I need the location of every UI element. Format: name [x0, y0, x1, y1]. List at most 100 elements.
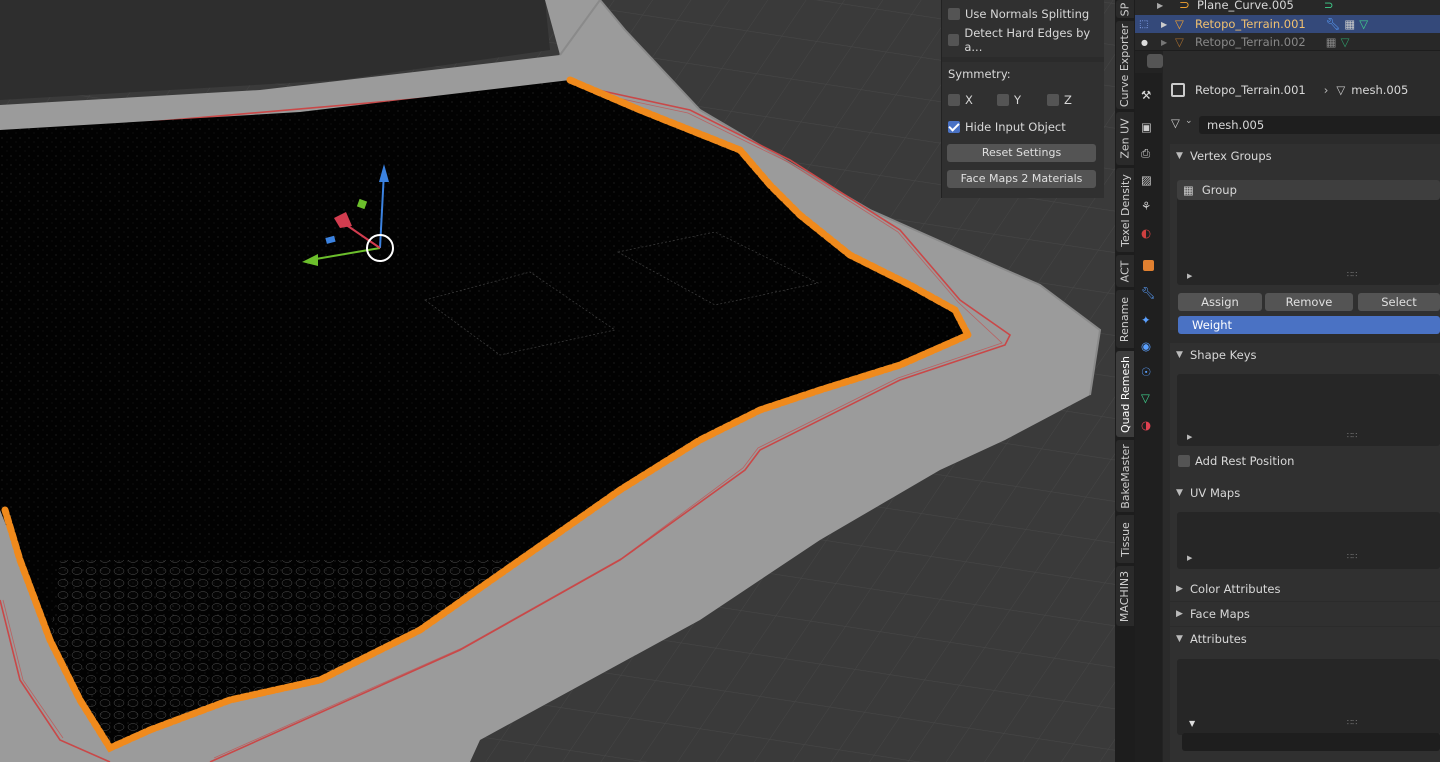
- mesh-data-icon[interactable]: ▽: [1171, 116, 1180, 130]
- mesh-datablock-selector[interactable]: ▽ ⌄ mesh.005: [1171, 115, 1440, 135]
- properties-content: Retopo_Terrain.001 › ▽ mesh.005 ▽ ⌄ mesh…: [1163, 51, 1440, 762]
- select-button[interactable]: Select: [1358, 293, 1440, 311]
- object-icon[interactable]: [1143, 260, 1154, 271]
- chevron-down-icon[interactable]: ⌄: [1185, 116, 1193, 126]
- output-icon[interactable]: ⎙: [1141, 146, 1156, 161]
- list-item-label: Group: [1201, 183, 1237, 197]
- tab-curve-exporter[interactable]: Curve Exporter: [1116, 21, 1134, 109]
- vertex-groups-list[interactable]: ▦ Group ▶ ∷∷: [1177, 180, 1440, 285]
- assign-button[interactable]: Assign: [1178, 293, 1262, 311]
- hide-input-object-checkbox[interactable]: [948, 121, 960, 133]
- symmetry-x-checkbox[interactable]: [948, 94, 960, 106]
- detect-hard-edges-row[interactable]: Detect Hard Edges by a...: [948, 26, 1104, 54]
- use-normals-splitting-row[interactable]: Use Normals Splitting: [948, 5, 1089, 23]
- tab-rename[interactable]: Rename: [1116, 290, 1134, 348]
- tab-texel-density[interactable]: Texel Density: [1116, 168, 1134, 252]
- resize-handle-icon[interactable]: ∷∷: [1347, 270, 1357, 279]
- physics-icon[interactable]: ◉: [1141, 339, 1156, 354]
- add-rest-position-row[interactable]: Add Rest Position: [1178, 454, 1294, 468]
- curve-icon: ⊃: [1179, 0, 1190, 13]
- uv-maps-header[interactable]: ▼ UV Maps: [1170, 481, 1440, 505]
- face-maps-2-materials-button[interactable]: Face Maps 2 Materials: [947, 170, 1096, 188]
- remove-button[interactable]: Remove: [1265, 293, 1353, 311]
- chevron-down-icon: ▼: [1176, 350, 1183, 360]
- symmetry-y-label: Y: [1014, 93, 1022, 107]
- mesh-name-field[interactable]: mesh.005: [1199, 116, 1440, 134]
- symmetry-z-row[interactable]: Z: [1047, 91, 1072, 109]
- mesh-data-icon[interactable]: ▽: [1141, 391, 1156, 406]
- detect-hard-edges-checkbox[interactable]: [948, 34, 960, 46]
- expand-arrow-icon[interactable]: ▶: [1187, 433, 1192, 441]
- 3d-viewport[interactable]: Use Normals Splitting Detect Hard Edges …: [0, 0, 1115, 762]
- mesh-data-icon[interactable]: ▽: [1341, 35, 1350, 49]
- tab-machin3[interactable]: MACHIN3: [1116, 566, 1134, 626]
- tab-act[interactable]: ACT: [1116, 255, 1134, 287]
- hide-input-object-label: Hide Input Object: [965, 120, 1066, 134]
- add-rest-position-checkbox[interactable]: [1178, 455, 1190, 467]
- chevron-down-icon[interactable]: ▼: [1189, 719, 1195, 728]
- list-item[interactable]: ▦ Group: [1177, 180, 1440, 200]
- attribute-field[interactable]: [1182, 733, 1440, 751]
- expand-arrow-icon[interactable]: ▶: [1187, 554, 1192, 562]
- outliner-item[interactable]: ▶ ⊃ Plane_Curve.005 ⊃: [1135, 0, 1440, 14]
- tab-zen-uv[interactable]: Zen UV: [1116, 112, 1134, 165]
- shape-keys-header[interactable]: ▼ Shape Keys: [1170, 343, 1440, 367]
- vertex-groups-header[interactable]: ▼ Vertex Groups: [1170, 144, 1440, 168]
- chevron-right-icon: ▶: [1176, 584, 1183, 594]
- face-maps-header[interactable]: ▶ Face Maps: [1170, 602, 1440, 626]
- vertex-groups-icon[interactable]: ▦: [1344, 17, 1355, 31]
- curve-data-icon: ⊃: [1323, 0, 1334, 12]
- use-normals-splitting-label: Use Normals Splitting: [965, 7, 1090, 21]
- scene-icon[interactable]: ⚘: [1141, 199, 1156, 214]
- tab-tissue[interactable]: Tissue: [1116, 515, 1134, 563]
- tab-sp[interactable]: SP: [1116, 0, 1134, 18]
- uv-maps-title: UV Maps: [1190, 486, 1241, 500]
- render-icon[interactable]: ▣: [1141, 120, 1156, 135]
- hide-input-object-row[interactable]: Hide Input Object: [948, 118, 1066, 136]
- weight-slider[interactable]: Weight: [1178, 316, 1440, 334]
- editor-type-icon[interactable]: [1147, 54, 1163, 68]
- symmetry-heading: Symmetry:: [948, 65, 1011, 83]
- tool-icon[interactable]: ⚒: [1141, 88, 1156, 103]
- attributes-list[interactable]: ▼ ∷∷: [1177, 659, 1440, 735]
- constraints-icon[interactable]: ☉: [1141, 365, 1156, 380]
- mesh-object-icon: ▽: [1175, 17, 1184, 31]
- particles-icon[interactable]: ✦: [1141, 313, 1156, 328]
- mesh-data-icon[interactable]: ▽: [1359, 17, 1368, 31]
- select-icon[interactable]: ⬚: [1139, 19, 1153, 30]
- reset-settings-button[interactable]: Reset Settings: [947, 144, 1096, 162]
- add-rest-position-label: Add Rest Position: [1195, 454, 1295, 468]
- resize-handle-icon[interactable]: ∷∷: [1347, 552, 1357, 561]
- color-attributes-header[interactable]: ▶ Color Attributes: [1170, 577, 1440, 601]
- expand-arrow-icon[interactable]: ▶: [1161, 20, 1175, 29]
- symmetry-z-checkbox[interactable]: [1047, 94, 1059, 106]
- tab-quad-remesh[interactable]: Quad Remesh: [1116, 351, 1134, 437]
- vertex-groups-title: Vertex Groups: [1190, 149, 1272, 163]
- uv-maps-list[interactable]: ▶ ∷∷: [1177, 512, 1440, 569]
- symmetry-y-checkbox[interactable]: [997, 94, 1009, 106]
- modifier-wrench-icon[interactable]: 🔧︎: [1326, 17, 1341, 31]
- expand-arrow-icon[interactable]: ▶: [1187, 272, 1192, 280]
- outliner-item[interactable]: ● ▶ ▽ Retopo_Terrain.002 ▦ ▽: [1135, 33, 1440, 51]
- vertex-groups-icon[interactable]: ▦: [1326, 35, 1337, 49]
- attributes-header[interactable]: ▼ Attributes: [1170, 627, 1440, 651]
- tab-bakemaster[interactable]: BakeMaster: [1116, 440, 1134, 512]
- view-layer-icon[interactable]: ▨: [1141, 173, 1156, 188]
- symmetry-x-row[interactable]: X: [948, 91, 973, 109]
- symmetry-y-row[interactable]: Y: [997, 91, 1021, 109]
- modifiers-icon[interactable]: 🔧︎: [1141, 286, 1156, 301]
- material-icon[interactable]: ◑: [1141, 418, 1156, 433]
- use-normals-splitting-checkbox[interactable]: [948, 8, 960, 20]
- tab-quad-remesh-label: Quad Remesh: [1118, 355, 1132, 433]
- detect-hard-edges-label: Detect Hard Edges by a...: [964, 26, 1091, 54]
- tab-texel-density-label: Texel Density: [1118, 173, 1132, 247]
- chevron-down-icon: ▼: [1176, 634, 1183, 644]
- resize-handle-icon[interactable]: ∷∷: [1347, 431, 1357, 440]
- chevron-down-icon: ▼: [1176, 488, 1183, 498]
- expand-arrow-icon[interactable]: ▶: [1157, 1, 1179, 10]
- outliner-item-selected[interactable]: ⬚ ▶ ▽ Retopo_Terrain.001 🔧︎ ▦ ▽: [1135, 15, 1440, 33]
- resize-handle-icon[interactable]: ∷∷: [1347, 718, 1357, 727]
- shape-keys-list[interactable]: ▶ ∷∷: [1177, 374, 1440, 446]
- expand-arrow-icon[interactable]: ▶: [1161, 38, 1175, 47]
- world-icon[interactable]: ◐: [1141, 226, 1156, 241]
